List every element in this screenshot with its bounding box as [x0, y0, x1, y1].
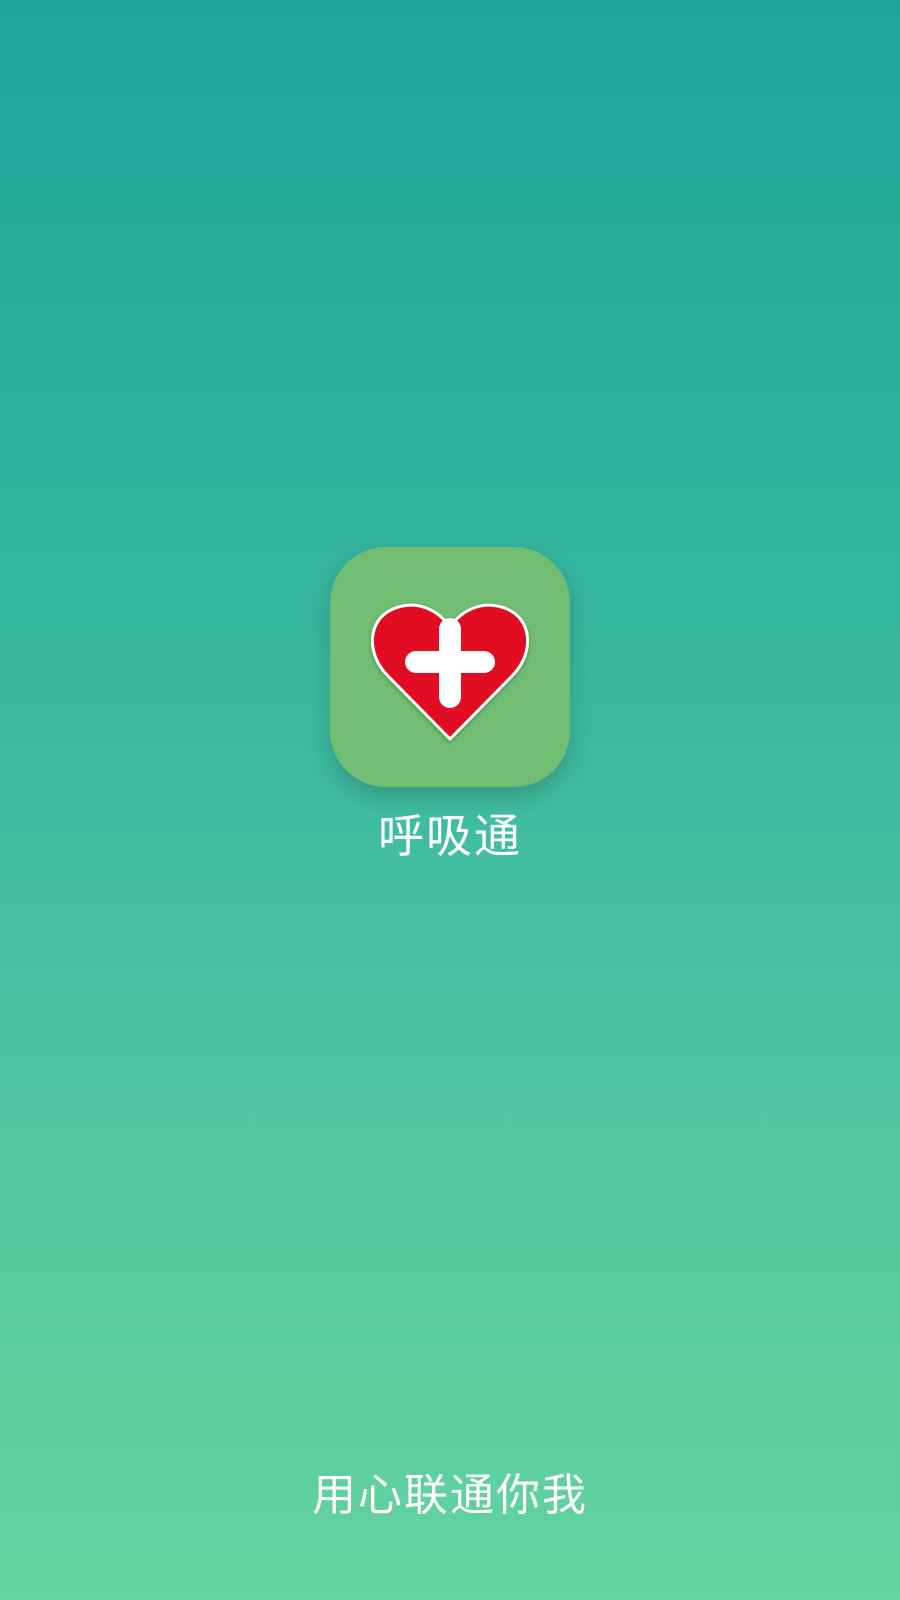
splash-screen: 呼吸通 用心联通你我: [0, 0, 900, 1600]
app-slogan: 用心联通你我: [312, 1470, 588, 1521]
app-name: 呼吸通: [378, 809, 522, 863]
app-icon: [330, 547, 570, 787]
heart-plus-icon: [371, 603, 529, 741]
